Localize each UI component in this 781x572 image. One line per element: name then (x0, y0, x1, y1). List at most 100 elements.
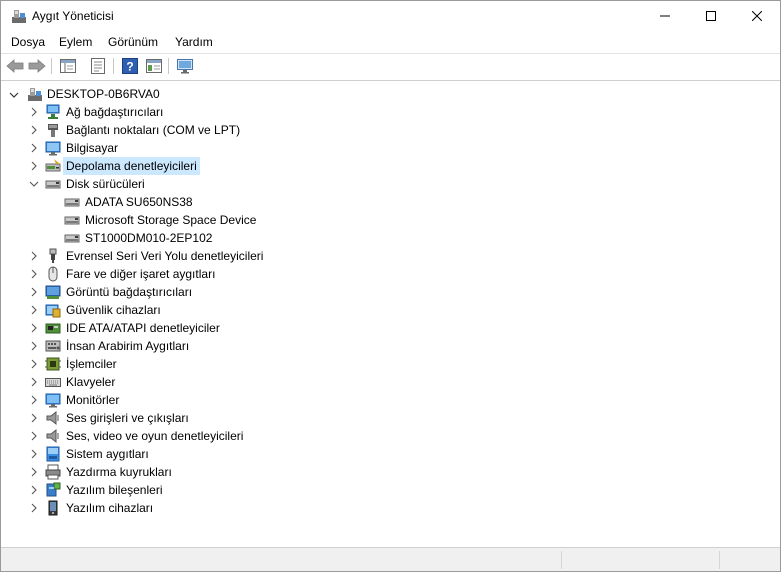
menu-gorunum[interactable]: Görünüm (108, 35, 158, 49)
toolbar: ? (1, 54, 780, 79)
category-toggle-17[interactable] (29, 467, 39, 477)
tree-category-label[interactable]: Evrensel Seri Veri Yolu denetleyicileri (66, 249, 263, 263)
tree-category-label[interactable]: IDE ATA/ATAPI denetleyiciler (66, 321, 220, 335)
close-icon (752, 11, 762, 21)
tree-category-label[interactable]: Bağlantı noktaları (COM ve LPT) (66, 123, 240, 137)
usb-icon (49, 248, 57, 263)
show-hide-icon (91, 58, 105, 74)
toolbar-separator (168, 58, 169, 74)
category-toggle-11[interactable] (29, 359, 39, 369)
tree-device-label[interactable]: Microsoft Storage Space Device (85, 213, 256, 227)
menu-yardim[interactable]: Yardım (175, 35, 213, 49)
tree-category-label[interactable]: Ses, video ve oyun denetleyicileri (66, 429, 243, 443)
device-tree[interactable]: DESKTOP-0B6RVA0 Ağ bağdaştırıcıları Bağla… (1, 80, 780, 546)
tree-category-label[interactable]: İnsan Arabirim Aygıtları (66, 339, 189, 353)
tree-category-label[interactable]: Yazılım bileşenleri (66, 483, 162, 497)
tree-category-label[interactable]: Ses girişleri ve çıkışları (66, 411, 189, 425)
category-toggle-19[interactable] (29, 503, 39, 513)
window-title: Aygıt Yöneticisi (32, 9, 114, 23)
properties-pane-icon (60, 59, 76, 73)
chevron-right-icon (31, 305, 37, 315)
status-bar (1, 547, 780, 571)
chevron-right-icon (31, 431, 37, 441)
category-toggle-6[interactable] (29, 269, 39, 279)
show-hide-button[interactable] (88, 57, 108, 75)
disk-drive-icon (45, 180, 61, 189)
category-toggle-13[interactable] (29, 395, 39, 405)
computer-icon (45, 141, 61, 156)
chevron-right-icon (31, 503, 37, 513)
tree-category-label[interactable]: İşlemciler (66, 357, 117, 371)
chevron-right-icon (31, 467, 37, 477)
category-toggle-15[interactable] (29, 431, 39, 441)
category-toggle-12[interactable] (29, 377, 39, 387)
forward-button[interactable] (27, 57, 47, 75)
forward-icon (28, 59, 46, 73)
help-button[interactable]: ? (120, 57, 140, 75)
display-adapter-icon (45, 285, 61, 299)
tree-device-label[interactable]: ADATA SU650NS38 (85, 195, 193, 209)
minimize-button[interactable] (642, 1, 688, 31)
tree-root-label[interactable]: DESKTOP-0B6RVA0 (47, 87, 160, 101)
tree-category-label[interactable]: Depolama denetleyicileri (66, 159, 197, 173)
tree-category-label[interactable]: Güvenlik cihazları (66, 303, 161, 317)
speaker-icon (46, 410, 59, 426)
maximize-button[interactable] (688, 1, 734, 31)
category-toggle-0[interactable] (29, 107, 39, 117)
device-manager-app-icon (12, 10, 26, 23)
view-button[interactable] (144, 57, 164, 75)
category-toggle-16[interactable] (29, 449, 39, 459)
tree-category-label[interactable]: Disk sürücüleri (66, 177, 145, 191)
chevron-right-icon (31, 287, 37, 297)
device-manager-window: Aygıt Yöneticisi Dosya Eylem Görünüm Yar… (0, 0, 781, 572)
processor-icon (45, 357, 61, 371)
chevron-down-icon (29, 181, 39, 187)
software-device-icon (48, 500, 58, 516)
scan-hardware-button[interactable] (175, 57, 195, 75)
drive-item-icon (64, 216, 80, 225)
root-collapse-toggle[interactable] (9, 90, 19, 100)
drive-item-icon (64, 234, 80, 243)
category-toggle-1[interactable] (29, 125, 39, 135)
category-toggle-18[interactable] (29, 485, 39, 495)
close-button[interactable] (734, 1, 780, 31)
network-adapter-icon (46, 104, 60, 119)
tree-category-label[interactable]: Görüntü bağdaştırıcıları (66, 285, 192, 299)
chevron-right-icon (31, 125, 37, 135)
tree-category-label[interactable]: Fare ve diğer işaret aygıtları (66, 267, 215, 281)
chevron-right-icon (31, 161, 37, 171)
category-toggle-4[interactable] (29, 179, 39, 189)
chevron-right-icon (31, 359, 37, 369)
category-toggle-3[interactable] (29, 161, 39, 171)
tree-category-label[interactable]: Yazılım cihazları (66, 501, 153, 515)
chevron-right-icon (31, 341, 37, 351)
category-toggle-2[interactable] (29, 143, 39, 153)
minimize-icon (660, 15, 670, 17)
back-button[interactable] (5, 57, 25, 75)
category-toggle-10[interactable] (29, 341, 39, 351)
print-queue-icon (45, 464, 61, 480)
chevron-down-icon (9, 92, 19, 98)
tree-category-label[interactable]: Yazdırma kuyrukları (66, 465, 172, 479)
storage-controller-icon (45, 159, 61, 172)
toolbar-separator (51, 58, 52, 74)
category-toggle-14[interactable] (29, 413, 39, 423)
properties-pane-button[interactable] (58, 57, 78, 75)
tree-category-label[interactable]: Bilgisayar (66, 141, 118, 155)
tree-device-label[interactable]: ST1000DM010-2EP102 (85, 231, 212, 245)
category-toggle-8[interactable] (29, 305, 39, 315)
category-toggle-7[interactable] (29, 287, 39, 297)
category-toggle-9[interactable] (29, 323, 39, 333)
sound-video-icon (46, 428, 59, 444)
category-toggle-5[interactable] (29, 251, 39, 261)
tree-category-label[interactable]: Sistem aygıtları (66, 447, 149, 461)
menu-dosya[interactable]: Dosya (11, 35, 45, 49)
tree-category-label[interactable]: Ağ bağdaştırıcıları (66, 105, 163, 119)
chevron-right-icon (31, 485, 37, 495)
menu-eylem[interactable]: Eylem (59, 35, 92, 49)
status-pane-divider (561, 551, 563, 569)
title-bar[interactable]: Aygıt Yöneticisi (1, 1, 780, 31)
tree-category-label[interactable]: Monitörler (66, 393, 119, 407)
tree-category-label[interactable]: Klavyeler (66, 375, 115, 389)
toolbar-separator (113, 58, 114, 74)
